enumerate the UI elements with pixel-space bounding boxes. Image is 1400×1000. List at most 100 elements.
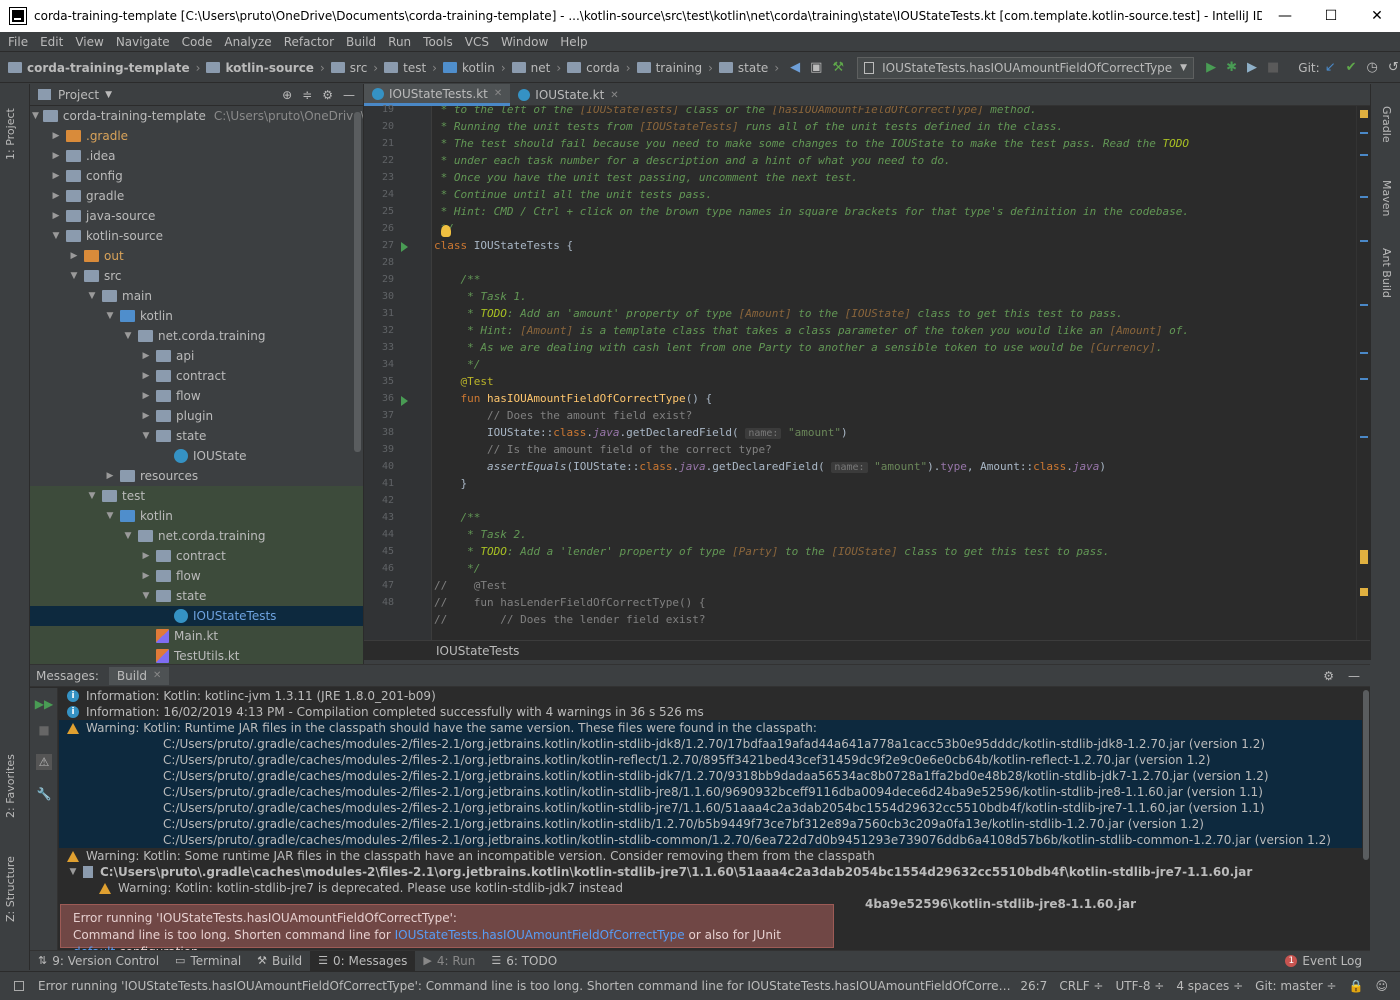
menu-item-help[interactable]: Help: [560, 35, 587, 49]
collapse-all-icon[interactable]: ≑: [302, 88, 312, 102]
expand-arrow-icon[interactable]: ▶: [140, 391, 152, 401]
gradle-tool-tab[interactable]: Gradle: [1380, 106, 1393, 143]
build-tab[interactable]: Build ✕: [108, 666, 170, 685]
editor-tab[interactable]: IOUStateTests.kt ✕: [364, 84, 511, 106]
tree-item[interactable]: ▶ contract: [30, 546, 363, 566]
stop-icon[interactable]: ■: [36, 722, 52, 738]
expand-arrow-icon[interactable]: ▼: [50, 231, 62, 241]
todo-marker[interactable]: [1360, 550, 1368, 564]
expand-arrow-icon[interactable]: ▼: [32, 111, 39, 121]
tree-item[interactable]: ▼ kotlin: [30, 306, 363, 326]
chevron-down-icon[interactable]: ▼: [105, 90, 112, 100]
messages-scrollbar[interactable]: [1362, 688, 1370, 951]
tree-item[interactable]: ▼ kotlin-source: [30, 226, 363, 246]
tree-item[interactable]: ▶ flow: [30, 566, 363, 586]
status-message[interactable]: Error running 'IOUStateTests.hasIOUAmoun…: [38, 979, 1014, 993]
minimize-button[interactable]: —: [1262, 0, 1308, 32]
stop-icon[interactable]: ■: [1267, 60, 1279, 76]
expand-arrow-icon[interactable]: ▶: [140, 411, 152, 421]
breadcrumb-item[interactable]: corda-training-template ›: [8, 61, 200, 75]
expand-arrow-icon[interactable]: ▼: [67, 864, 79, 880]
editor-scrollbar[interactable]: [1356, 106, 1370, 640]
expand-arrow-icon[interactable]: ▶: [140, 371, 152, 381]
message-row[interactable]: C:/Users/pruto/.gradle/caches/modules-2/…: [59, 736, 1362, 752]
expand-arrow-icon[interactable]: ▶: [50, 151, 62, 161]
bottom-tab-6-todo[interactable]: ☰ 6: TODO: [483, 951, 565, 971]
locate-icon[interactable]: ⊕: [282, 88, 292, 102]
bottom-tab-9-version-control[interactable]: ⇅ 9: Version Control: [30, 951, 167, 971]
message-row[interactable]: i Information: 16/02/2019 4:13 PM - Compi…: [59, 704, 1362, 720]
close-icon[interactable]: ✕: [153, 670, 161, 681]
message-row[interactable]: C:/Users/pruto/.gradle/caches/modules-2/…: [59, 784, 1362, 800]
message-row[interactable]: Warning: Kotlin: Some runtime JAR files …: [59, 848, 1362, 864]
project-tool-tab[interactable]: 1: Project: [4, 108, 17, 160]
indent-setting[interactable]: 4 spaces ÷: [1176, 979, 1243, 993]
message-row[interactable]: C:/Users/pruto/.gradle/caches/modules-2/…: [59, 832, 1362, 848]
tree-item[interactable]: ▼ kotlin: [30, 506, 363, 526]
close-icon[interactable]: ✕: [610, 90, 618, 101]
tree-item[interactable]: ▼ test: [30, 486, 363, 506]
rollback-icon[interactable]: ↺: [1388, 60, 1399, 76]
hide-panel-icon[interactable]: —: [343, 88, 355, 102]
tree-item[interactable]: ▶ .gradle: [30, 126, 363, 146]
tree-item[interactable]: ▼ net.corda.training: [30, 326, 363, 346]
gear-icon[interactable]: ⚙: [322, 88, 333, 102]
run-icon[interactable]: ▶: [1206, 60, 1216, 76]
expand-arrow-icon[interactable]: ▶: [50, 171, 62, 181]
message-row[interactable]: C:/Users/pruto/.gradle/caches/modules-2/…: [59, 752, 1362, 768]
breadcrumb-item[interactable]: net ›: [511, 61, 561, 75]
expand-arrow-icon[interactable]: ▶: [68, 251, 80, 261]
message-row[interactable]: i Information: Kotlin: kotlinc-jvm 1.3.11…: [59, 688, 1362, 704]
tree-item[interactable]: ▼ state: [30, 426, 363, 446]
warning-filter-icon[interactable]: ⚠: [36, 754, 52, 770]
menu-item-vcs[interactable]: VCS: [465, 35, 489, 49]
run-class-icon[interactable]: [401, 242, 408, 252]
event-log-button[interactable]: 1 Event Log: [1285, 954, 1362, 968]
caret-position[interactable]: 26:7: [1020, 979, 1047, 993]
debug-icon[interactable]: ✱: [1226, 60, 1237, 76]
expand-arrow-icon[interactable]: ▶: [104, 471, 116, 481]
build-hammer-icon[interactable]: ⚒: [832, 60, 844, 76]
tree-item[interactable]: TestUtils.kt: [30, 646, 363, 664]
ant-build-tool-tab[interactable]: Ant Build: [1380, 248, 1393, 298]
expand-arrow-icon[interactable]: ▼: [122, 331, 134, 341]
frame-icon[interactable]: ▣: [810, 60, 822, 76]
breadcrumb-item[interactable]: kotlin-source ›: [206, 61, 325, 75]
breadcrumb-item[interactable]: test ›: [384, 61, 437, 75]
git-branch[interactable]: Git: master ÷: [1255, 979, 1336, 993]
breadcrumb-item[interactable]: corda ›: [567, 61, 631, 75]
expand-arrow-icon[interactable]: ▼: [140, 431, 152, 441]
expand-arrow-icon[interactable]: ▼: [68, 271, 80, 281]
tree-item[interactable]: ▼ main: [30, 286, 363, 306]
maximize-button[interactable]: ☐: [1308, 0, 1354, 32]
message-row[interactable]: Warning: Kotlin: kotlin-stdlib-jre7 is d…: [59, 880, 1362, 896]
tree-item[interactable]: ▶ contract: [30, 366, 363, 386]
expand-arrow-icon[interactable]: ▶: [140, 571, 152, 581]
toggle-tool-windows-icon[interactable]: [14, 981, 24, 991]
tree-item[interactable]: ▼ src: [30, 266, 363, 286]
close-button[interactable]: ✕: [1354, 0, 1400, 32]
tree-item[interactable]: ▼ state: [30, 586, 363, 606]
menu-item-navigate[interactable]: Navigate: [116, 35, 170, 49]
editor-breadcrumb[interactable]: IOUStateTests: [364, 640, 1370, 660]
menu-item-refactor[interactable]: Refactor: [284, 35, 334, 49]
todo-marker[interactable]: [1360, 588, 1368, 596]
expand-arrow-icon[interactable]: ▶: [50, 191, 62, 201]
expand-arrow-icon[interactable]: ▼: [104, 511, 116, 521]
expand-arrow-icon[interactable]: ▼: [86, 491, 98, 501]
run-config-link[interactable]: IOUStateTests.hasIOUAmountFieldOfCorrect…: [395, 928, 685, 942]
menu-item-build[interactable]: Build: [346, 35, 376, 49]
message-row[interactable]: ▼ C:\Users\pruto\.gradle\caches\modules-2…: [59, 864, 1362, 880]
menu-item-tools[interactable]: Tools: [423, 35, 453, 49]
tree-item[interactable]: IOUState: [30, 446, 363, 466]
warning-marker[interactable]: [1360, 110, 1368, 118]
tree-item[interactable]: ▶ .idea: [30, 146, 363, 166]
breadcrumb-item[interactable]: training ›: [636, 61, 713, 75]
gear-icon[interactable]: ⚙: [1323, 669, 1334, 683]
lock-icon[interactable]: 🔒: [1349, 979, 1364, 993]
lightbulb-icon[interactable]: [441, 225, 451, 237]
tree-item[interactable]: ▶ config: [30, 166, 363, 186]
tree-item[interactable]: ▶ flow: [30, 386, 363, 406]
tree-item[interactable]: ▶ gradle: [30, 186, 363, 206]
error-notification[interactable]: Error running 'IOUStateTests.hasIOUAmoun…: [60, 904, 834, 959]
